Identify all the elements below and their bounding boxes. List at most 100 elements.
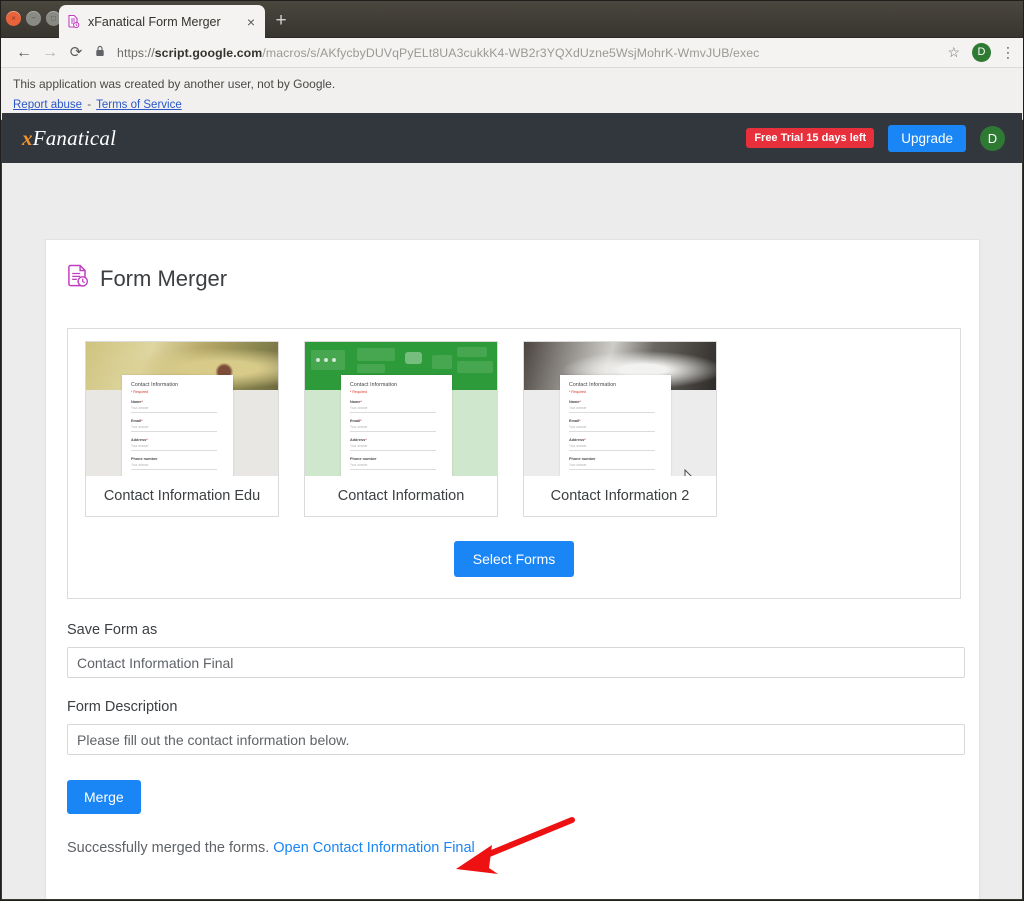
mini-form-field-placeholder: Your answer [131, 444, 224, 448]
toolbar-actions: ☆ D ●●● [947, 43, 1013, 62]
form-thumbnail-card[interactable]: Contact Information * Required Name* You… [523, 341, 717, 517]
window-close-glyph: × [11, 15, 15, 23]
mini-form-field-underline [131, 412, 217, 413]
back-button[interactable]: ← [11, 40, 37, 66]
mini-form-required-note: * Required [569, 390, 662, 394]
address-bar[interactable]: https://script.google.com/macros/s/AKfyc… [95, 44, 937, 62]
free-trial-badge: Free Trial 15 days left [746, 128, 874, 148]
app-user-avatar[interactable]: D [980, 126, 1005, 151]
forward-button: → [37, 40, 63, 66]
mini-form-field-placeholder: Your answer [569, 406, 662, 410]
mini-form-title: Contact Information [350, 382, 443, 388]
save-form-as-label: Save Form as [67, 622, 965, 638]
select-forms-row: Select Forms [68, 541, 960, 577]
main-content-card: Form Merger Contact Information * Requir… [45, 239, 980, 899]
window-controls: × − □ [6, 11, 61, 26]
mini-form-field-label: Email* [131, 419, 224, 423]
window-minimize-button[interactable]: − [26, 11, 41, 26]
kebab-menu-icon[interactable]: ●●● [1003, 45, 1013, 60]
infobar-message: This application was created by another … [13, 77, 1011, 91]
mini-form-field-label: Name* [350, 400, 443, 404]
mini-form-field: Address* Your answer [569, 438, 662, 451]
mini-form-field-placeholder: Your answer [569, 425, 662, 429]
select-forms-button[interactable]: Select Forms [454, 541, 574, 577]
form-thumbnail-title: Contact Information [305, 476, 497, 516]
mini-field-name: Email [131, 419, 141, 423]
mini-form-field: Name* Your answer [350, 400, 443, 413]
merge-button[interactable]: Merge [67, 780, 141, 814]
app-logo-name: Fanatical [33, 126, 116, 150]
mini-form-field: Phone number Your answer [350, 457, 443, 470]
window-close-button[interactable]: × [6, 11, 21, 26]
mini-field-name: Email [350, 419, 360, 423]
mini-field-required: * [360, 419, 361, 423]
mini-form-field-placeholder: Your answer [350, 406, 443, 410]
mini-form-field-label: Address* [131, 438, 224, 442]
mini-form-field: Email* Your answer [569, 419, 662, 432]
mini-form-field-placeholder: Your answer [350, 444, 443, 448]
save-form-as-input[interactable] [67, 647, 965, 678]
browser-profile-avatar[interactable]: D [972, 43, 991, 62]
mini-form-field-placeholder: Your answer [350, 463, 443, 467]
merge-status-message: Successfully merged the forms.Open Conta… [67, 840, 965, 856]
bookmark-star-icon[interactable]: ☆ [947, 44, 960, 61]
mini-field-name: Phone number [131, 457, 158, 461]
window-maximize-glyph: □ [51, 15, 56, 23]
address-bar-url: https://script.google.com/macros/s/AKfyc… [117, 46, 759, 60]
mini-form-required-note: * Required [350, 390, 443, 394]
mini-field-required: * [365, 438, 366, 442]
mini-form-field-label: Phone number [569, 457, 662, 461]
form-description-input[interactable] [67, 724, 965, 755]
mini-form-field-underline [350, 450, 436, 451]
mini-form-field-placeholder: Your answer [569, 463, 662, 467]
tab-close-icon[interactable]: × [244, 15, 258, 29]
mini-form-field-underline [569, 431, 655, 432]
mini-field-name: Phone number [569, 457, 596, 461]
mini-form-field-label: Phone number [131, 457, 224, 461]
mini-form-field-placeholder: Your answer [569, 444, 662, 448]
page-viewport: xFanatical Free Trial 15 days left Upgra… [2, 113, 1022, 899]
mini-field-required: * [146, 438, 147, 442]
reload-button[interactable]: ⟳ [63, 40, 89, 66]
mini-form-field-placeholder: Your answer [131, 425, 224, 429]
mini-form-field-underline [350, 431, 436, 432]
mini-form-field: Phone number Your answer [569, 457, 662, 470]
form-thumbnail-preview: Contact Information * Required Name* You… [524, 342, 716, 478]
app-logo[interactable]: xFanatical [22, 126, 116, 151]
form-thumbnail-title: Contact Information Edu [86, 476, 278, 516]
mini-form-field-underline [131, 450, 217, 451]
mini-field-name: Address [131, 438, 146, 442]
report-abuse-link[interactable]: Report abuse [13, 99, 82, 111]
browser-tab[interactable]: xFanatical Form Merger × [59, 5, 265, 38]
mini-form-field-placeholder: Your answer [131, 406, 224, 410]
mini-form-title: Contact Information [131, 382, 224, 388]
mini-form-field: Address* Your answer [350, 438, 443, 451]
mini-form-field-underline [131, 431, 217, 432]
mini-form-field: Email* Your answer [131, 419, 224, 432]
mini-form-field-label: Phone number [350, 457, 443, 461]
new-tab-button[interactable]: + [269, 10, 293, 34]
mini-field-required: * [579, 400, 580, 404]
tab-strip: × − □ xFanatical Form Merger × + [1, 1, 1023, 38]
form-merger-icon [67, 264, 89, 293]
form-thumbnail-card[interactable]: Contact Information * Required Name* You… [85, 341, 279, 517]
terms-of-service-link[interactable]: Terms of Service [96, 99, 182, 111]
mini-form-title: Contact Information [569, 382, 662, 388]
form-thumbnail-list: Contact Information * Required Name* You… [68, 329, 960, 517]
mini-form-field-underline [569, 469, 655, 470]
mini-field-name: Phone number [350, 457, 377, 461]
upgrade-button[interactable]: Upgrade [888, 125, 966, 152]
mini-field-required: * [584, 438, 585, 442]
mini-field-name: Email [569, 419, 579, 423]
mini-field-name: Name [569, 400, 579, 404]
form-favicon-icon [66, 14, 81, 29]
mini-form-field-label: Email* [569, 419, 662, 423]
mini-form-preview: Contact Information * Required Name* You… [122, 375, 233, 478]
form-thumbnail-card[interactable]: Contact Information * Required Name* You… [304, 341, 498, 517]
browser-window: × − □ xFanatical Form Merger × + ← → ⟳ [0, 0, 1024, 901]
mini-form-field-label: Address* [350, 438, 443, 442]
url-path: /macros/s/AKfycbyDUVqPyELt8UA3cukkK4-WB2… [262, 46, 759, 60]
mini-form-field-label: Address* [569, 438, 662, 442]
open-merged-form-link[interactable]: Open Contact Information Final [273, 840, 475, 856]
mini-field-required: * [579, 419, 580, 423]
